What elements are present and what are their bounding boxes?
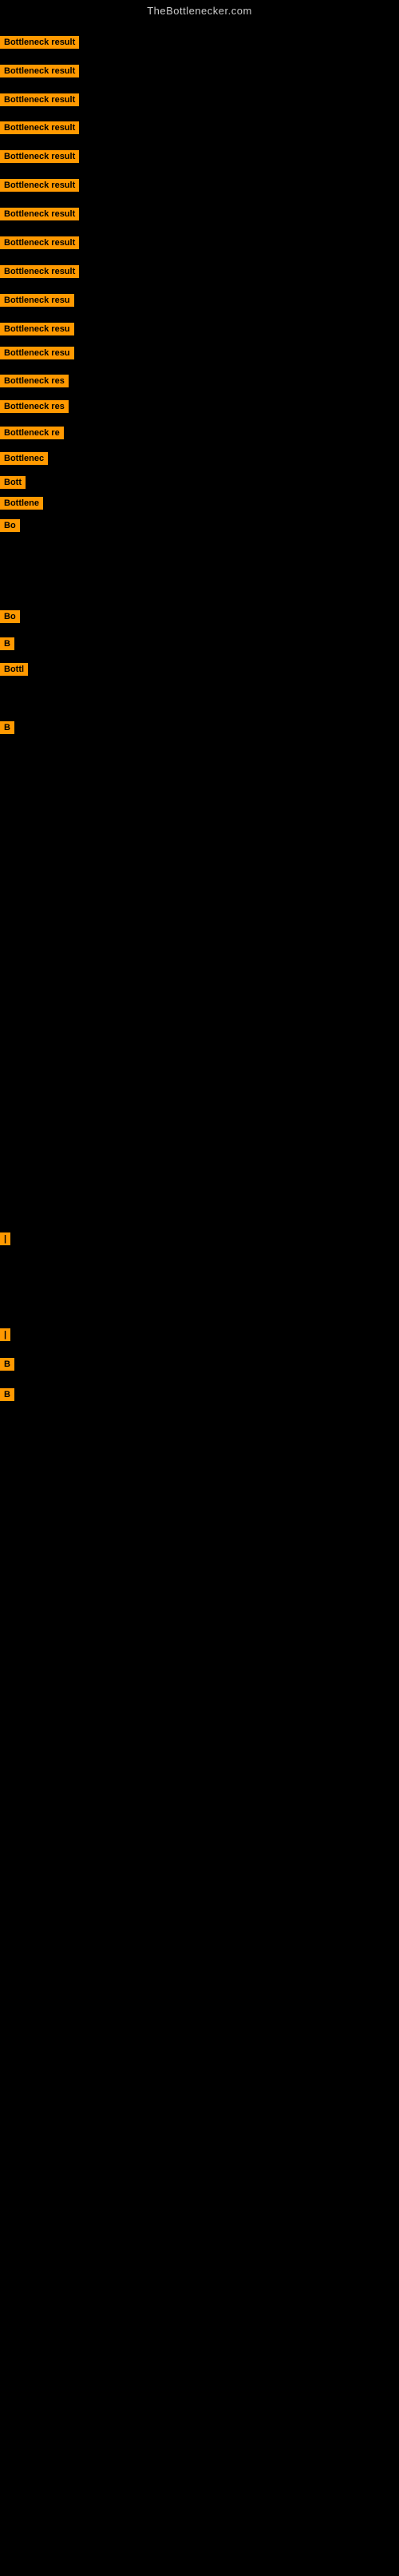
bottleneck-label-17: Bottlene — [0, 497, 43, 514]
bottleneck-label-12: Bottleneck res — [0, 375, 69, 391]
bottleneck-label-21: Bo — [0, 610, 20, 627]
bottleneck-label-13: Bottleneck res — [0, 400, 69, 417]
bottleneck-label-2: Bottleneck result — [0, 93, 79, 110]
bottleneck-label-15: Bottlenec — [0, 452, 48, 469]
bottleneck-label-44: | — [0, 1328, 10, 1345]
bottleneck-label-1: Bottleneck result — [0, 65, 79, 81]
bottleneck-label-16: Bott — [0, 476, 26, 493]
bottleneck-label-41: | — [0, 1232, 10, 1249]
bottleneck-label-8: Bottleneck result — [0, 265, 79, 282]
bottleneck-label-9: Bottleneck resu — [0, 294, 74, 311]
bottleneck-label-6: Bottleneck result — [0, 208, 79, 224]
bottleneck-label-46: B — [0, 1388, 14, 1405]
bottleneck-label-0: Bottleneck result — [0, 36, 79, 53]
bottleneck-label-3: Bottleneck result — [0, 121, 79, 138]
bottleneck-label-45: B — [0, 1358, 14, 1375]
bottleneck-label-18: Bo — [0, 519, 20, 536]
bottleneck-label-25: B — [0, 721, 14, 738]
bottleneck-label-23: Bottl — [0, 663, 28, 680]
bottleneck-label-4: Bottleneck result — [0, 150, 79, 167]
bottleneck-label-22: B — [0, 637, 14, 654]
bottleneck-label-5: Bottleneck result — [0, 179, 79, 196]
bottleneck-label-14: Bottleneck re — [0, 427, 64, 443]
bottleneck-label-10: Bottleneck resu — [0, 323, 74, 339]
site-title: TheBottlenecker.com — [0, 0, 399, 20]
bottleneck-label-7: Bottleneck result — [0, 236, 79, 253]
bottleneck-label-11: Bottleneck resu — [0, 347, 74, 363]
